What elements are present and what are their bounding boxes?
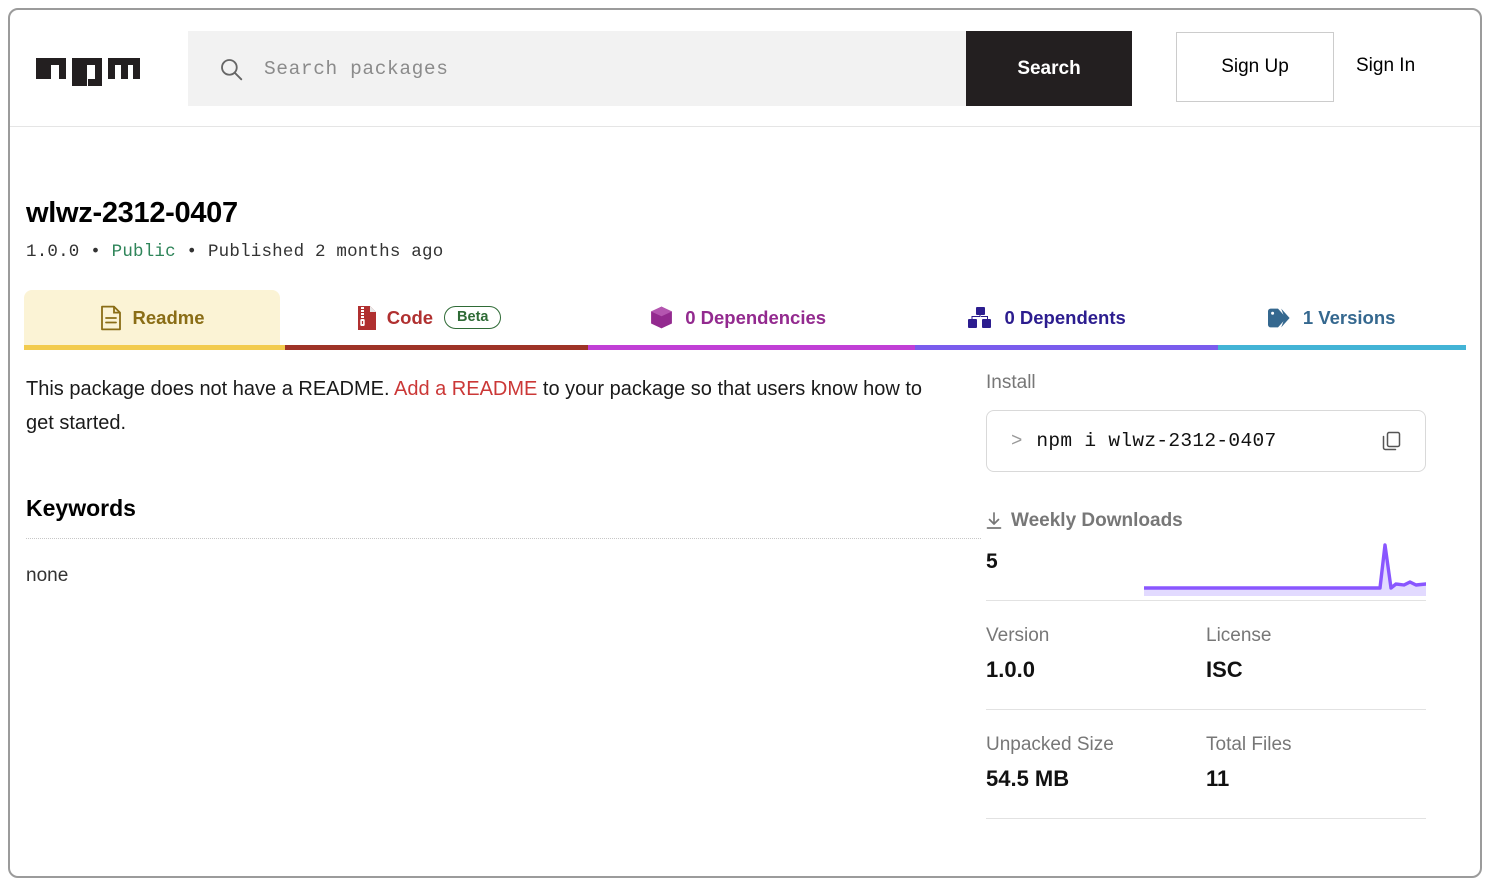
tab-dependents[interactable]: 0 Dependents bbox=[898, 290, 1195, 345]
stat-license-label: License bbox=[1206, 625, 1272, 646]
page-content: wlwz-2312-0407 1.0.0 • Public • Publishe… bbox=[10, 199, 1480, 819]
stat-unpacked-size: Unpacked Size 54.5 MB bbox=[986, 734, 1206, 792]
stat-unpacked-size-value: 54.5 MB bbox=[986, 766, 1070, 791]
downloads-sparkline bbox=[1144, 543, 1426, 596]
stat-license: License ISC bbox=[1206, 625, 1426, 683]
document-icon bbox=[100, 305, 121, 330]
underline-code bbox=[285, 345, 588, 350]
keywords-value: none bbox=[26, 564, 69, 586]
search-field-wrapper[interactable] bbox=[188, 31, 966, 106]
package-meta: 1.0.0 • Public • Published 2 months ago bbox=[26, 242, 1466, 262]
tab-versions[interactable]: 1 Versions bbox=[1195, 290, 1466, 345]
tab-code-label: Code bbox=[386, 306, 434, 328]
tab-readme[interactable]: Readme bbox=[24, 290, 281, 345]
stat-version-value: 1.0.0 bbox=[986, 657, 1035, 682]
downloads-divider bbox=[986, 600, 1426, 601]
page-title: wlwz-2312-0407 bbox=[26, 197, 238, 229]
tag-icon bbox=[1267, 308, 1290, 327]
readme-text-before: This package does not have a README. bbox=[26, 378, 394, 400]
beta-badge: Beta bbox=[444, 305, 502, 330]
package-sidebar: Install > npm i wlwz-2312-0407 Weekly Do… bbox=[984, 372, 1444, 819]
stat-total-files-label: Total Files bbox=[1206, 734, 1292, 755]
weekly-downloads-label: Weekly Downloads bbox=[1011, 510, 1183, 531]
tab-versions-label: 1 Versions bbox=[1302, 306, 1396, 328]
package-published: Published 2 months ago bbox=[207, 242, 444, 262]
main-area: This package does not have a README. Add… bbox=[24, 372, 1466, 819]
weekly-downloads-header: Weekly Downloads bbox=[986, 510, 1444, 532]
stat-version: Version 1.0.0 bbox=[986, 625, 1206, 683]
stat-version-label: Version bbox=[986, 625, 1050, 646]
stats-divider-bottom bbox=[986, 818, 1426, 819]
package-box-icon bbox=[651, 306, 673, 329]
tab-dependencies-label: 0 Dependencies bbox=[685, 306, 827, 328]
tab-bar: Readme Code Beta 0 Dependencies 0 Depend… bbox=[24, 290, 1466, 350]
install-command-box[interactable]: > npm i wlwz-2312-0407 bbox=[986, 410, 1426, 472]
stat-total-files-value: 11 bbox=[1206, 766, 1230, 791]
meta-separator-1: • bbox=[90, 242, 101, 262]
tab-code[interactable]: Code Beta bbox=[280, 290, 577, 345]
install-command-text: npm i wlwz-2312-0407 bbox=[1036, 430, 1277, 452]
copy-icon[interactable] bbox=[1381, 430, 1403, 452]
readme-column: This package does not have a README. Add… bbox=[24, 372, 984, 819]
npm-logo[interactable] bbox=[36, 48, 140, 89]
tab-readme-label: Readme bbox=[132, 306, 205, 328]
stats-divider bbox=[986, 709, 1426, 710]
underline-versions bbox=[1218, 345, 1466, 350]
readme-empty-message: This package does not have a README. Add… bbox=[26, 372, 926, 441]
weekly-downloads-count: 5 bbox=[986, 550, 998, 573]
blocks-icon bbox=[968, 306, 992, 328]
underline-dependents bbox=[915, 345, 1218, 350]
package-visibility: Public bbox=[111, 242, 176, 262]
site-header: Search Sign Up Sign In bbox=[10, 10, 1480, 127]
add-readme-link[interactable]: Add a README bbox=[394, 378, 537, 400]
stats-row-1: Version 1.0.0 License ISC bbox=[986, 625, 1444, 683]
meta-separator-2: • bbox=[186, 242, 198, 262]
signin-link[interactable]: Sign In bbox=[1356, 55, 1415, 77]
download-icon bbox=[986, 512, 1002, 529]
search-input[interactable] bbox=[262, 56, 906, 81]
package-version: 1.0.0 bbox=[26, 242, 80, 262]
install-label: Install bbox=[986, 372, 1036, 393]
stat-unpacked-size-label: Unpacked Size bbox=[986, 734, 1114, 755]
signup-button[interactable]: Sign Up bbox=[1176, 32, 1334, 102]
zip-file-icon bbox=[357, 305, 376, 330]
weekly-downloads-row: 5 bbox=[986, 538, 1444, 596]
search-icon bbox=[221, 58, 243, 80]
stat-license-value: ISC bbox=[1206, 657, 1243, 682]
tab-dependencies[interactable]: 0 Dependencies bbox=[577, 290, 898, 345]
keywords-divider bbox=[26, 537, 981, 539]
underline-readme bbox=[24, 345, 285, 350]
underline-dependencies bbox=[588, 345, 915, 350]
browser-page: Search Sign Up Sign In wlwz-2312-0407 1.… bbox=[8, 8, 1482, 878]
install-prompt: > bbox=[1011, 430, 1023, 452]
tab-underline bbox=[24, 345, 1466, 350]
keywords-heading: Keywords bbox=[26, 494, 136, 521]
stats-row-2: Unpacked Size 54.5 MB Total Files 11 bbox=[986, 734, 1444, 792]
stat-total-files: Total Files 11 bbox=[1206, 734, 1426, 792]
search-button[interactable]: Search bbox=[966, 31, 1132, 106]
tab-dependents-label: 0 Dependents bbox=[1004, 306, 1126, 328]
